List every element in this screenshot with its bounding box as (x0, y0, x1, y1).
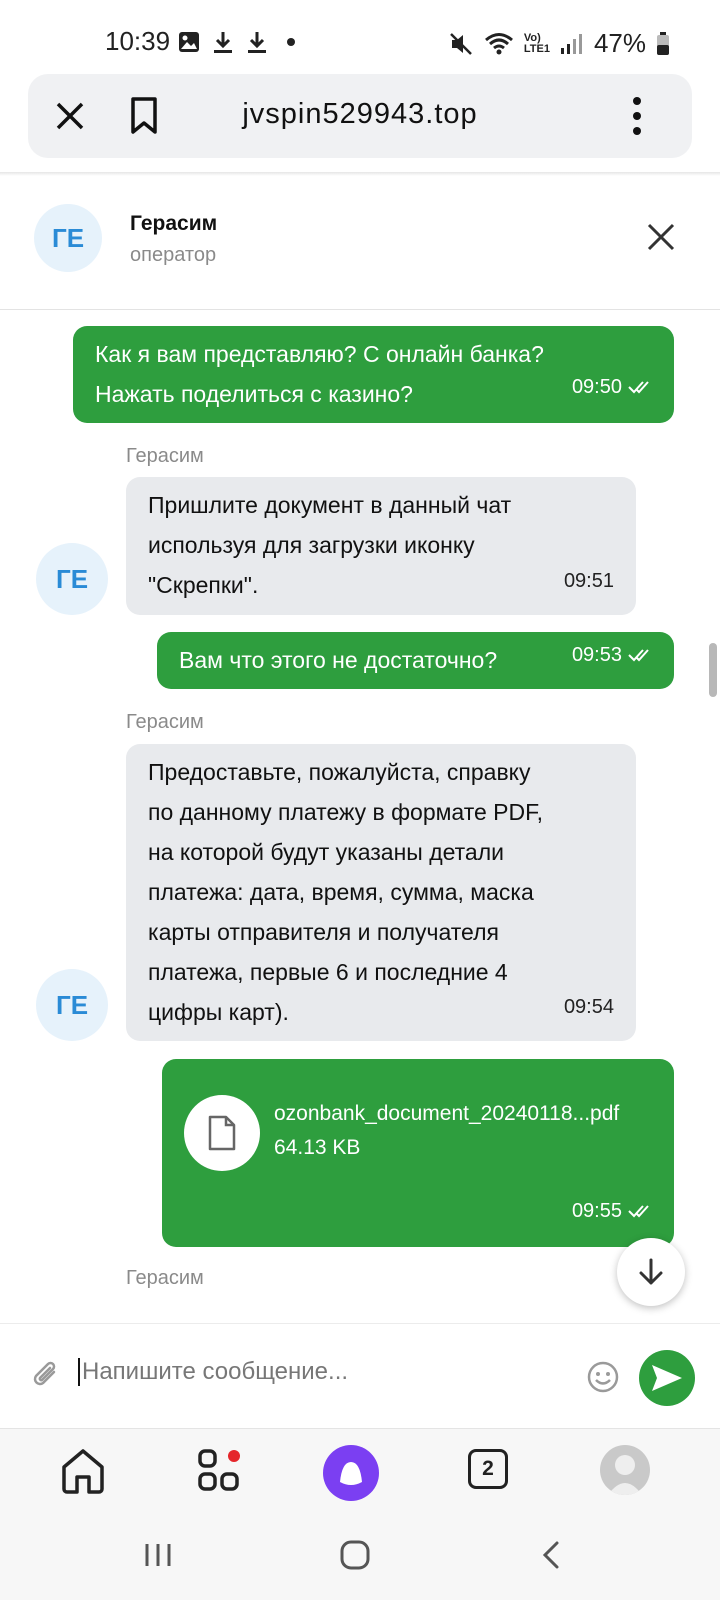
operator-name: Герасим (130, 212, 218, 235)
operator-avatar: ГЕ (34, 204, 102, 272)
tabs-count: 2 (482, 1457, 494, 1480)
double-check-icon (628, 1205, 649, 1218)
send-icon (652, 1365, 682, 1391)
file-name: ozonbank_document_20240118...pdf (274, 1102, 620, 1125)
scroll-down-button[interactable] (617, 1238, 685, 1306)
tabs-icon[interactable]: 2 (468, 1449, 508, 1489)
file-size: 64.13 KB (274, 1136, 361, 1159)
home-icon[interactable] (60, 1447, 106, 1495)
close-chat-icon[interactable] (646, 222, 676, 252)
message-time: 09:53 (572, 635, 654, 675)
message-time: 09:55 (572, 1191, 654, 1231)
download-icon (248, 32, 266, 53)
chat-header: ГЕ Герасим оператор (0, 176, 720, 310)
message-composer: Напишите сообщение... (0, 1323, 720, 1425)
message-outgoing: Вам что этого не достаточно? 09:53 (157, 632, 674, 689)
emoji-icon[interactable] (586, 1360, 620, 1394)
message-time: 09:51 (563, 570, 614, 592)
message-sender: Герасим (126, 1267, 204, 1289)
message-text: Предоставьте, пожалуйста, справку (148, 759, 531, 785)
battery-percent: 47% (593, 28, 646, 58)
status-time: 10:39 (105, 26, 171, 56)
operator-avatar: ГЕ (36, 969, 108, 1041)
browser-toolbar: jvspin529943.top (28, 74, 692, 158)
gallery-icon (179, 32, 199, 52)
message-sender: Герасим (126, 445, 204, 467)
message-list[interactable]: Как я вам представляю? С онлайн банка? Н… (0, 311, 720, 1323)
scrollbar-thumb[interactable] (709, 643, 717, 697)
back-icon[interactable] (537, 1540, 567, 1570)
file-icon (184, 1095, 260, 1171)
download-icon (214, 32, 232, 53)
message-text: платежа: дата, время, сумма, маска (148, 879, 534, 905)
profile-icon[interactable] (600, 1445, 650, 1495)
message-incoming: Предоставьте, пожалуйста, справку по дан… (126, 744, 636, 1041)
message-time: 09:50 (572, 367, 654, 407)
address-bar-url[interactable]: jvspin529943.top (28, 98, 692, 131)
message-text: используя для загрузки иконку (148, 532, 475, 558)
home-button-icon[interactable] (340, 1540, 370, 1570)
alice-icon[interactable] (323, 1445, 379, 1501)
more-vertical-icon[interactable] (622, 96, 652, 136)
dot-icon (287, 38, 295, 46)
message-text: на которой будут указаны детали (148, 839, 504, 865)
operator-role: оператор (130, 244, 217, 266)
network-type: Vo) LTE1 (523, 31, 550, 55)
message-text: Нажать поделиться с казино? (95, 381, 413, 407)
paperclip-icon[interactable] (28, 1358, 64, 1394)
message-text: Как я вам представляю? С онлайн банка? (95, 341, 544, 367)
message-text: "Скрепки". (148, 572, 259, 598)
message-incoming: Пришлите документ в данный чат используя… (126, 477, 636, 615)
message-outgoing-file: ozonbank_document_20240118...pdf 64.13 K… (162, 1059, 674, 1247)
signal-icon (560, 33, 582, 54)
send-button[interactable] (639, 1350, 695, 1406)
message-text: по данному платежу в формате PDF, (148, 799, 544, 825)
message-text: цифры карт). (148, 999, 289, 1025)
mute-icon (449, 32, 472, 55)
wifi-icon (484, 32, 513, 54)
double-check-icon (628, 649, 649, 662)
file-attachment[interactable]: ozonbank_document_20240118...pdf 64.13 K… (184, 1095, 654, 1175)
recent-apps-icon[interactable] (143, 1540, 173, 1570)
browser-bottom-nav: 2 (0, 1428, 720, 1518)
system-navigation-bar (0, 1518, 720, 1600)
message-text: карты отправителя и получателя (148, 919, 499, 945)
battery-icon (657, 31, 669, 55)
message-text: платежа, первые 6 и последние 4 (148, 959, 508, 985)
double-check-icon (628, 381, 649, 394)
apps-icon[interactable] (196, 1447, 244, 1495)
message-text: Пришлите документ в данный чат (148, 492, 512, 518)
message-sender: Герасим (126, 711, 204, 733)
arrow-down-icon (639, 1258, 663, 1285)
message-outgoing: Как я вам представляю? С онлайн банка? Н… (73, 326, 674, 423)
message-input[interactable]: Напишите сообщение... (78, 1358, 348, 1386)
status-bar: 10:39 Vo) LTE1 47% (0, 0, 720, 72)
operator-avatar: ГЕ (36, 543, 108, 615)
message-time: 09:54 (563, 996, 614, 1018)
